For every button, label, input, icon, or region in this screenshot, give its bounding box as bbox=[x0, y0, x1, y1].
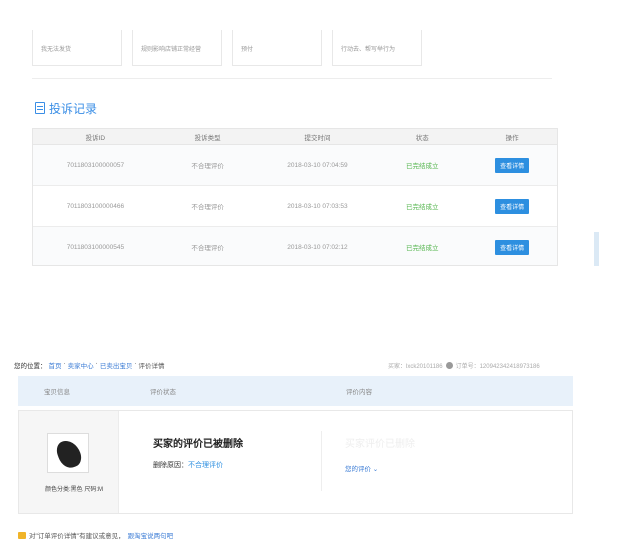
product-photo-shape bbox=[53, 437, 85, 471]
column-header-product: 宝贝信息 bbox=[44, 389, 70, 396]
column-header-time: 提交时间 bbox=[304, 134, 331, 142]
review-table-header: 宝贝信息 评价状态 评价内容 bbox=[18, 376, 573, 406]
complaint-type: 不合理评价 bbox=[191, 204, 224, 211]
complaint-time: 2018-03-10 07:03:53 bbox=[287, 202, 348, 210]
your-review-toggle[interactable]: 您的评价 ⌄ bbox=[345, 463, 378, 473]
clock-icon bbox=[445, 362, 453, 369]
breadcrumb-sold-items[interactable]: 已卖出宝贝 bbox=[100, 360, 133, 370]
buyer-order-info: 买家：lxck20101186 订单号：120942342418973186 bbox=[388, 361, 540, 370]
complaint-type: 不合理评价 bbox=[191, 163, 224, 170]
column-header-id: 投诉ID bbox=[85, 134, 106, 142]
feedback-bar: 对"订单评价详情"有建议或意见， 跟淘宝说两句吧 bbox=[18, 530, 173, 540]
feedback-text: 对"订单评价详情"有建议或意见， bbox=[29, 533, 125, 540]
divider bbox=[32, 78, 552, 79]
complaint-id: 7011803100000057 bbox=[66, 161, 125, 169]
delete-reason: 删除原因：不合理评价 bbox=[153, 460, 223, 470]
buyer-name: 买家：lxck20101186 bbox=[388, 364, 443, 370]
complaint-time: 2018-03-10 07:02:12 bbox=[287, 243, 348, 251]
product-info: 颜色分类:黑色 尺码:M bbox=[19, 411, 119, 513]
complaint-table: 投诉ID 投诉类型 提交时间 状态 操作 7011803100000057 不合… bbox=[32, 128, 558, 266]
section-title-text: 投诉记录 bbox=[49, 101, 98, 116]
breadcrumb-sep: · bbox=[134, 360, 137, 367]
complaint-time: 2018-03-10 07:04:59 bbox=[287, 161, 348, 169]
breadcrumb-home[interactable]: 首页 bbox=[49, 360, 62, 370]
table-header: 投诉ID 投诉类型 提交时间 状态 操作 bbox=[33, 129, 557, 145]
delete-reason-label: 删除原因： bbox=[153, 462, 188, 469]
product-spec: 颜色分类:黑色 尺码:M bbox=[45, 487, 103, 493]
complaint-id: 7011803100000466 bbox=[66, 202, 125, 210]
complaint-id: 7011803100000545 bbox=[66, 243, 125, 251]
product-image[interactable] bbox=[47, 433, 89, 473]
table-row: 7011803100000057 不合理评价 2018-03-10 07:04:… bbox=[33, 145, 557, 186]
document-icon bbox=[35, 102, 45, 114]
complaint-type: 不合理评价 bbox=[191, 245, 224, 252]
section-title: 投诉记录 bbox=[35, 100, 97, 116]
breadcrumb-sep: · bbox=[95, 360, 98, 367]
tab-cannot-ship[interactable]: 我无法发货 bbox=[32, 30, 122, 66]
review-deleted-title: 买家的评价已被删除 bbox=[153, 439, 243, 450]
note-icon bbox=[18, 531, 26, 539]
complaint-status: 已完结成立 bbox=[406, 163, 439, 170]
column-header-review-content: 评价内容 bbox=[346, 389, 372, 396]
delete-reason-value: 不合理评价 bbox=[188, 462, 223, 469]
tab-prepay[interactable]: 预付 bbox=[232, 30, 322, 66]
order-number: 订单号：120942342418973186 bbox=[455, 364, 540, 370]
tab-rule-impact[interactable]: 规则影响店铺正常经营 bbox=[132, 30, 222, 66]
view-details-button[interactable]: 查看详情 bbox=[495, 198, 530, 214]
breadcrumb-seller-center[interactable]: 卖家中心 bbox=[68, 360, 94, 370]
review-card: 颜色分类:黑色 尺码:M 买家的评价已被删除 删除原因：不合理评价 买家评价已删… bbox=[18, 410, 573, 514]
breadcrumb-current: 评价详情 bbox=[138, 363, 165, 370]
table-row: 7011803100000545 不合理评价 2018-03-10 07:02:… bbox=[33, 227, 557, 265]
feedback-link[interactable]: 跟淘宝说两句吧 bbox=[128, 530, 174, 540]
breadcrumb-prefix: 您的位置： bbox=[14, 363, 47, 370]
column-header-status: 状态 bbox=[415, 134, 429, 142]
column-header-action: 操作 bbox=[505, 134, 519, 142]
view-details-button[interactable]: 查看详情 bbox=[495, 239, 530, 255]
breadcrumb-sep: · bbox=[63, 360, 66, 367]
faded-title: 买家评价已删除 bbox=[345, 439, 415, 450]
view-details-button[interactable]: 查看详情 bbox=[495, 157, 530, 173]
table-row: 7011803100000466 不合理评价 2018-03-10 07:03:… bbox=[33, 186, 557, 227]
divider bbox=[321, 431, 322, 491]
complaint-status: 已完结成立 bbox=[406, 204, 439, 211]
complaint-category-tabs: 我无法发货 规则影响店铺正常经营 预付 行动去、帮写举行为 bbox=[32, 30, 422, 66]
breadcrumb: 您的位置： 首页 · 卖家中心 · 已卖出宝贝 · 评价详情 bbox=[14, 360, 165, 370]
scrollbar-fragment bbox=[594, 232, 599, 266]
column-header-type: 投诉类型 bbox=[194, 134, 221, 142]
complaint-status: 已完结成立 bbox=[406, 245, 439, 252]
tab-behavior[interactable]: 行动去、帮写举行为 bbox=[332, 30, 422, 66]
column-header-review-status: 评价状态 bbox=[150, 389, 176, 396]
